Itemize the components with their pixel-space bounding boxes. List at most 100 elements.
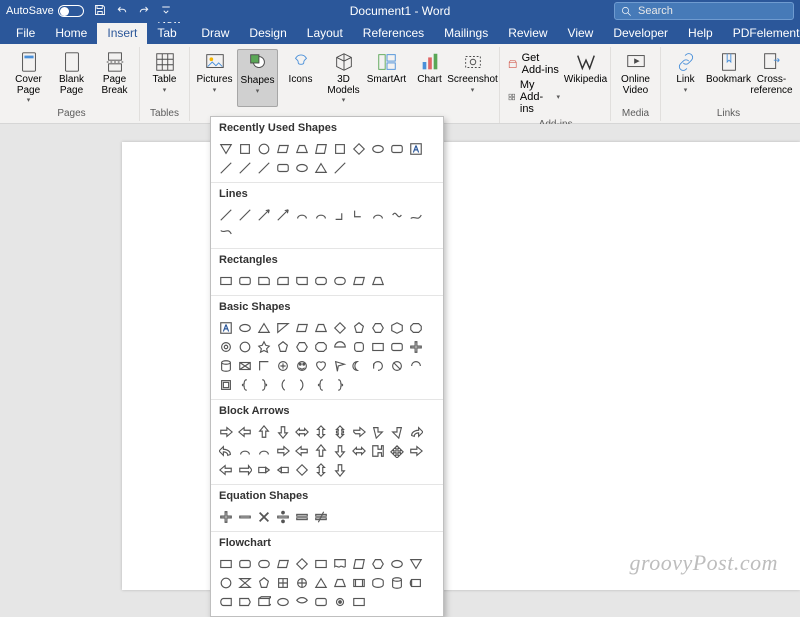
shape-option[interactable]: [274, 338, 291, 355]
shape-option[interactable]: [274, 159, 291, 176]
shape-option[interactable]: [236, 574, 253, 591]
shape-option[interactable]: [331, 461, 348, 478]
shape-option[interactable]: [369, 319, 386, 336]
shape-option[interactable]: [312, 159, 329, 176]
tab-review[interactable]: Review: [498, 23, 557, 44]
shape-option[interactable]: [274, 206, 291, 223]
shape-option[interactable]: [236, 338, 253, 355]
shape-option[interactable]: [388, 338, 405, 355]
shape-option[interactable]: [388, 357, 405, 374]
shape-option[interactable]: [388, 319, 405, 336]
shape-option[interactable]: [236, 272, 253, 289]
shape-option[interactable]: [293, 593, 310, 610]
shape-option[interactable]: [388, 555, 405, 572]
shape-option[interactable]: [350, 272, 367, 289]
tab-help[interactable]: Help: [678, 23, 723, 44]
shape-option[interactable]: [331, 593, 348, 610]
shape-option[interactable]: [312, 423, 329, 440]
shape-option[interactable]: [312, 376, 329, 393]
cover-page-button[interactable]: Cover Page▾: [8, 49, 49, 107]
shape-option[interactable]: [255, 574, 272, 591]
shape-option[interactable]: [369, 357, 386, 374]
shape-option[interactable]: [274, 272, 291, 289]
shape-option[interactable]: [217, 423, 234, 440]
shape-option[interactable]: [293, 338, 310, 355]
shape-option[interactable]: [312, 461, 329, 478]
shape-option[interactable]: [350, 593, 367, 610]
shape-option[interactable]: [331, 555, 348, 572]
tab-developer[interactable]: Developer: [603, 23, 678, 44]
tab-layout[interactable]: Layout: [297, 23, 353, 44]
shape-option[interactable]: [236, 206, 253, 223]
shape-option[interactable]: [236, 319, 253, 336]
tab-references[interactable]: References: [353, 23, 434, 44]
shape-option[interactable]: [350, 319, 367, 336]
shape-option[interactable]: [293, 555, 310, 572]
shape-option[interactable]: [217, 159, 234, 176]
shape-option[interactable]: [255, 442, 272, 459]
shape-option[interactable]: [312, 555, 329, 572]
tab-view[interactable]: View: [558, 23, 604, 44]
shape-option[interactable]: [274, 357, 291, 374]
shape-option[interactable]: [217, 376, 234, 393]
shape-option[interactable]: [407, 357, 424, 374]
get-addins-button[interactable]: Get Add-ins: [505, 51, 563, 77]
shape-option[interactable]: [274, 442, 291, 459]
shape-option[interactable]: [293, 319, 310, 336]
shapes-button[interactable]: Shapes▾: [237, 49, 278, 107]
shape-option[interactable]: [369, 442, 386, 459]
shape-option[interactable]: [293, 272, 310, 289]
shape-option[interactable]: [331, 357, 348, 374]
shape-option[interactable]: [274, 574, 291, 591]
shape-option[interactable]: [217, 272, 234, 289]
shape-option[interactable]: [255, 140, 272, 157]
shape-option[interactable]: [407, 423, 424, 440]
shape-option[interactable]: [331, 442, 348, 459]
shape-option[interactable]: [255, 461, 272, 478]
shape-option[interactable]: [350, 442, 367, 459]
shape-option[interactable]: [331, 376, 348, 393]
shape-option[interactable]: [274, 593, 291, 610]
shape-option[interactable]: [274, 140, 291, 157]
shape-option[interactable]: [331, 338, 348, 355]
icons-button[interactable]: Icons: [280, 49, 321, 107]
shape-option[interactable]: [255, 423, 272, 440]
save-icon[interactable]: [94, 4, 106, 19]
shape-option[interactable]: [255, 206, 272, 223]
shape-option[interactable]: [388, 574, 405, 591]
shape-option[interactable]: [331, 423, 348, 440]
my-addins-button[interactable]: My Add-ins▾: [505, 78, 563, 116]
shape-option[interactable]: [236, 555, 253, 572]
shape-option[interactable]: [293, 574, 310, 591]
shape-option[interactable]: [331, 159, 348, 176]
shape-option[interactable]: [293, 206, 310, 223]
page-break-button[interactable]: Page Break: [94, 49, 135, 107]
shape-option[interactable]: [274, 319, 291, 336]
shape-option[interactable]: [255, 159, 272, 176]
shape-option[interactable]: [407, 338, 424, 355]
shape-option[interactable]: [255, 593, 272, 610]
shape-option[interactable]: [255, 272, 272, 289]
shape-option[interactable]: [293, 140, 310, 157]
shape-option[interactable]: [388, 140, 405, 157]
tab-file[interactable]: File: [6, 23, 45, 44]
wikipedia-button[interactable]: Wikipedia: [565, 49, 606, 118]
shape-option[interactable]: [369, 338, 386, 355]
undo-icon[interactable]: [116, 4, 128, 19]
tab-draw[interactable]: Draw: [191, 23, 239, 44]
shape-option[interactable]: [274, 376, 291, 393]
shape-option[interactable]: [369, 555, 386, 572]
shape-option[interactable]: [217, 555, 234, 572]
bookmark-button[interactable]: Bookmark: [708, 49, 749, 107]
shape-option[interactable]: [331, 319, 348, 336]
shape-option[interactable]: [293, 357, 310, 374]
shape-option[interactable]: [350, 423, 367, 440]
shape-option[interactable]: [388, 423, 405, 440]
autosave-toggle[interactable]: AutoSave: [6, 5, 84, 17]
redo-icon[interactable]: [138, 4, 150, 19]
3d-models-button[interactable]: 3D Models▾: [323, 49, 364, 107]
shape-option[interactable]: [312, 593, 329, 610]
shape-option[interactable]: [407, 442, 424, 459]
shape-option[interactable]: [217, 319, 234, 336]
shape-option[interactable]: [312, 272, 329, 289]
